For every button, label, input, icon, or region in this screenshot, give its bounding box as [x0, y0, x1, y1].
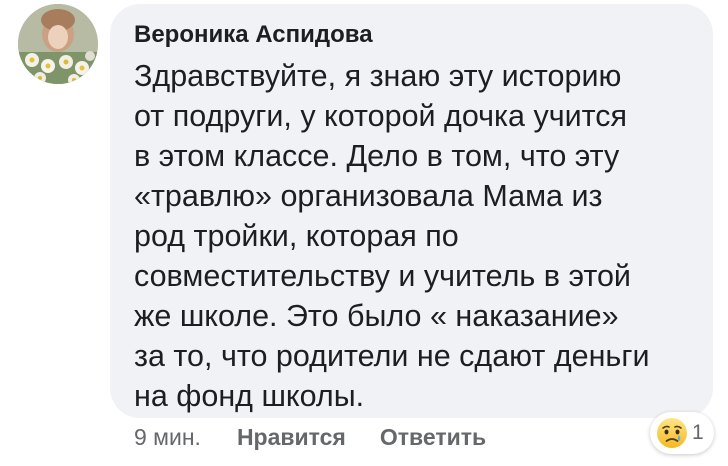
comment-actions: 9 мин. Нравится Ответить	[134, 424, 520, 451]
avatar-image	[18, 4, 98, 84]
reaction-count: 1	[692, 421, 704, 444]
comment-author[interactable]: Вероника Аспидова	[134, 20, 691, 50]
avatar[interactable]	[18, 4, 98, 84]
sad-face-icon	[657, 418, 687, 448]
comment-bubble: Вероника Аспидова Здравствуйте, я знаю э…	[110, 4, 713, 418]
reaction-badge[interactable]: 1	[650, 412, 714, 454]
comment-text: Здравствуйте, я знаю эту историю от подр…	[134, 59, 650, 413]
comment-time[interactable]: 9 мин.	[134, 424, 201, 451]
reply-button[interactable]: Ответить	[380, 424, 486, 451]
like-button[interactable]: Нравится	[237, 424, 346, 451]
